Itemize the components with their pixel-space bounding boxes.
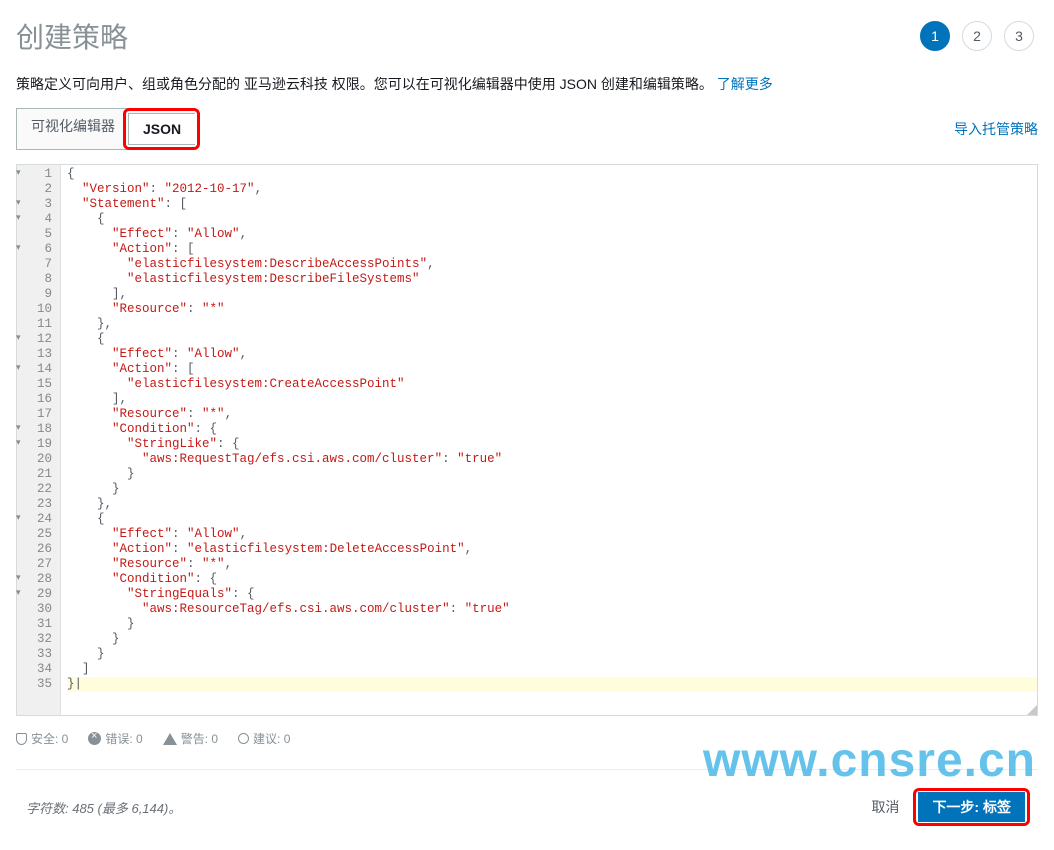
- status-errors: 错误: 0: [88, 730, 142, 747]
- code-area[interactable]: { "Version": "2012-10-17", "Statement": …: [61, 165, 1037, 715]
- wizard-steps: 1 2 3: [920, 21, 1034, 51]
- description-text: 策略定义可向用户、组或角色分配的 亚马逊云科技 权限。您可以在可视化编辑器中使用…: [16, 76, 713, 92]
- step-1[interactable]: 1: [920, 21, 950, 51]
- shield-icon: [16, 733, 27, 745]
- editor-tabs: 可视化编辑器 JSON: [16, 108, 200, 150]
- line-gutter: 1234567891011121314151617181920212223242…: [17, 165, 61, 715]
- status-bar: 安全: 0 错误: 0 警告: 0 建议: 0: [0, 722, 1054, 755]
- resize-handle-icon[interactable]: [1027, 705, 1037, 715]
- import-managed-policy-link[interactable]: 导入托管策略: [954, 119, 1038, 139]
- error-icon: [88, 732, 101, 745]
- cancel-button[interactable]: 取消: [871, 797, 899, 817]
- warning-icon: [163, 733, 177, 745]
- tab-json[interactable]: JSON: [128, 113, 195, 145]
- learn-more-link[interactable]: 了解更多: [717, 76, 773, 92]
- description: 策略定义可向用户、组或角色分配的 亚马逊云科技 权限。您可以在可视化编辑器中使用…: [0, 66, 1054, 108]
- page-title: 创建策略: [16, 16, 128, 56]
- json-editor[interactable]: 1234567891011121314151617181920212223242…: [16, 164, 1038, 716]
- highlight-next-button: 下一步: 标签: [913, 788, 1030, 826]
- step-2[interactable]: 2: [962, 21, 992, 51]
- status-warnings: 警告: 0: [163, 730, 218, 747]
- status-security: 安全: 0: [16, 730, 68, 747]
- tab-visual-editor[interactable]: 可视化编辑器: [16, 108, 129, 150]
- next-button[interactable]: 下一步: 标签: [918, 792, 1025, 822]
- char-count: 字符数: 485 (最多 6,144)。: [26, 798, 181, 817]
- step-3[interactable]: 3: [1004, 21, 1034, 51]
- status-hints: 建议: 0: [238, 730, 290, 747]
- hint-icon: [238, 733, 249, 744]
- highlight-json-tab: JSON: [123, 108, 200, 150]
